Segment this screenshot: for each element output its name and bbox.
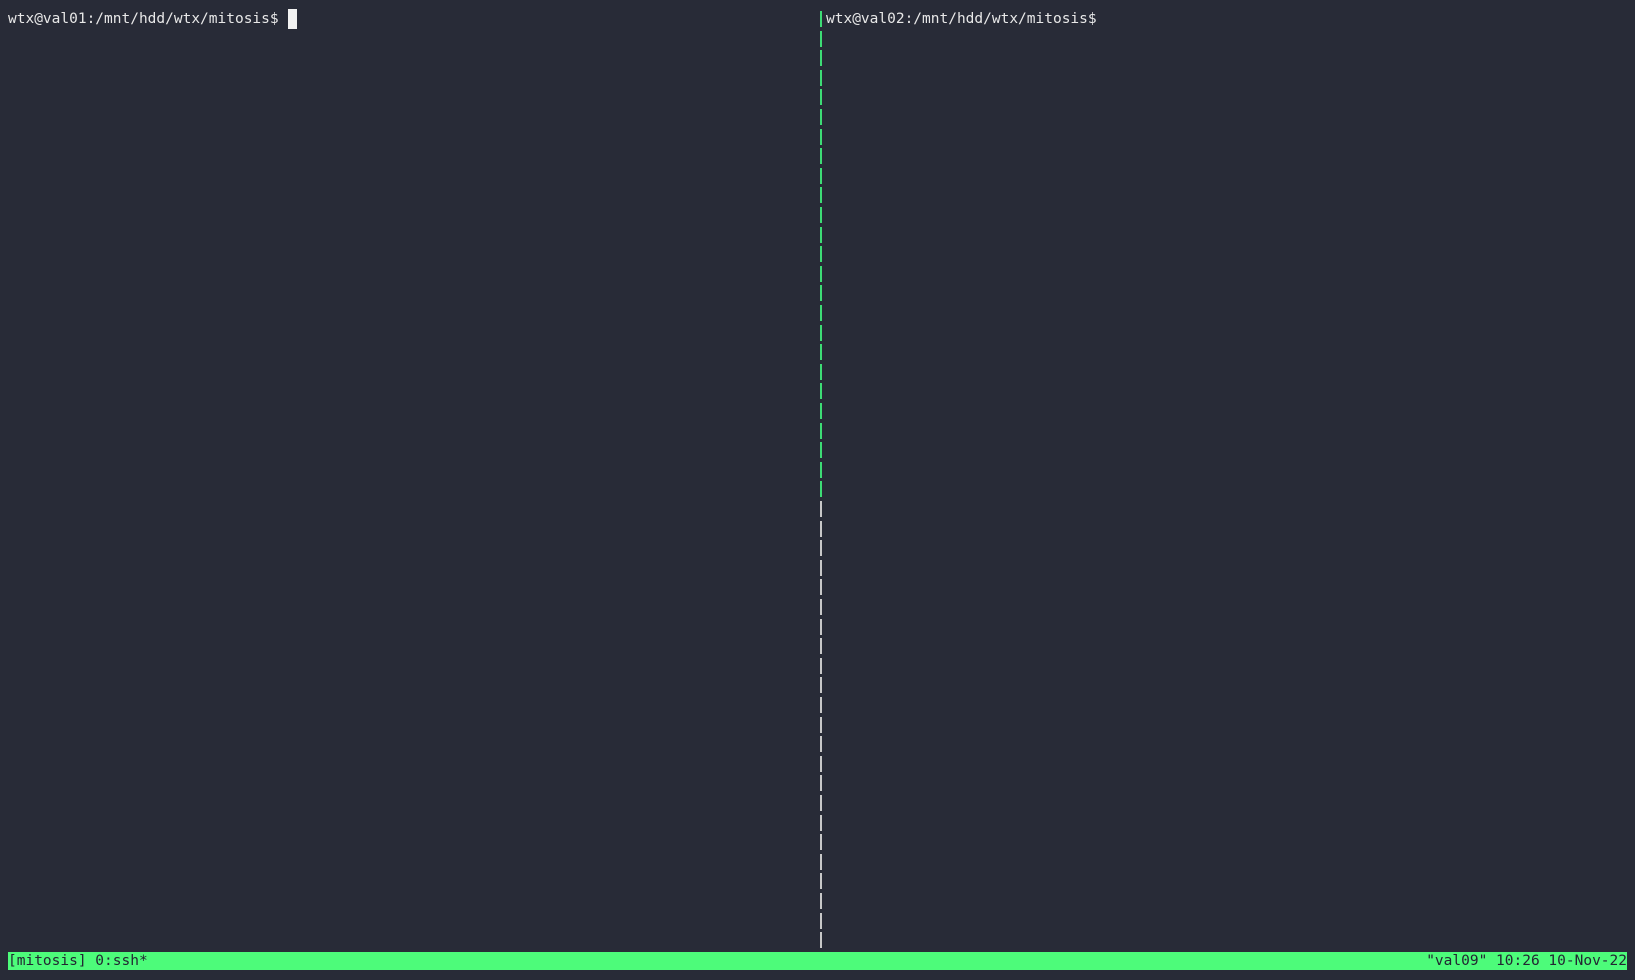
divider-segment — [820, 559, 822, 576]
divider-segment — [820, 638, 822, 655]
text-cursor — [287, 9, 297, 29]
divider-segment — [820, 599, 822, 615]
divider-segment — [820, 657, 822, 674]
divider-segment — [820, 226, 822, 243]
divider-segment — [820, 265, 822, 282]
divider-segment — [820, 677, 822, 694]
divider-segment — [820, 128, 822, 145]
divider-segment — [820, 814, 822, 831]
divider-segment — [820, 540, 822, 557]
divider-segment — [820, 442, 822, 459]
divider-segment — [820, 305, 822, 321]
divider-segment — [820, 50, 822, 67]
terminal-pane-left[interactable]: wtx@val01:/mnt/hdd/wtx/mitosis$ — [0, 0, 818, 950]
divider-segment — [820, 69, 822, 86]
divider-segment — [820, 795, 822, 811]
divider-segment — [820, 207, 822, 223]
divider-segment — [820, 109, 822, 125]
divider-segment — [820, 422, 822, 439]
divider-segment — [820, 716, 822, 733]
shell-prompt-left: wtx@val01:/mnt/hdd/wtx/mitosis$ — [8, 11, 279, 27]
divider-segment — [820, 932, 822, 949]
divider-segment — [820, 775, 822, 792]
divider-segment — [820, 383, 822, 400]
prompt-line-left: wtx@val01:/mnt/hdd/wtx/mitosis$ — [8, 9, 297, 29]
terminal-pane-right[interactable]: wtx@val02:/mnt/hdd/wtx/mitosis$ — [824, 0, 1635, 950]
divider-segment — [820, 167, 822, 184]
divider-segment — [820, 89, 822, 106]
divider-segment — [820, 481, 822, 498]
divider-segment — [820, 873, 822, 890]
divider-segment — [820, 853, 822, 870]
prompt-line-right: wtx@val02:/mnt/hdd/wtx/mitosis$ — [826, 9, 1097, 29]
divider-segment — [820, 461, 822, 478]
divider-segment — [820, 344, 822, 361]
divider-segment — [820, 520, 822, 537]
divider-segment — [820, 285, 822, 302]
status-host-time: "val09" 10:26 10-Nov-22 — [1426, 953, 1627, 969]
tmux-status-bar: [mitosis] 0:ssh* "val09" 10:26 10-Nov-22 — [8, 952, 1627, 970]
divider-segment — [820, 11, 822, 27]
divider-segment — [820, 324, 822, 341]
divider-segment — [820, 834, 822, 851]
divider-segment — [820, 148, 822, 165]
divider-segment — [820, 363, 822, 380]
divider-segment — [820, 755, 822, 772]
shell-prompt-right: wtx@val02:/mnt/hdd/wtx/mitosis$ — [826, 11, 1097, 27]
divider-segment — [820, 697, 822, 713]
divider-segment — [820, 736, 822, 753]
divider-segment — [820, 501, 822, 517]
divider-segment — [820, 893, 822, 909]
divider-segment — [820, 579, 822, 596]
divider-segment — [820, 246, 822, 263]
divider-segment — [820, 618, 822, 635]
divider-segment — [820, 187, 822, 204]
status-session-window: [mitosis] 0:ssh* — [8, 953, 148, 969]
divider-segment — [820, 403, 822, 419]
divider-segment — [820, 30, 822, 47]
divider-segment — [820, 912, 822, 929]
